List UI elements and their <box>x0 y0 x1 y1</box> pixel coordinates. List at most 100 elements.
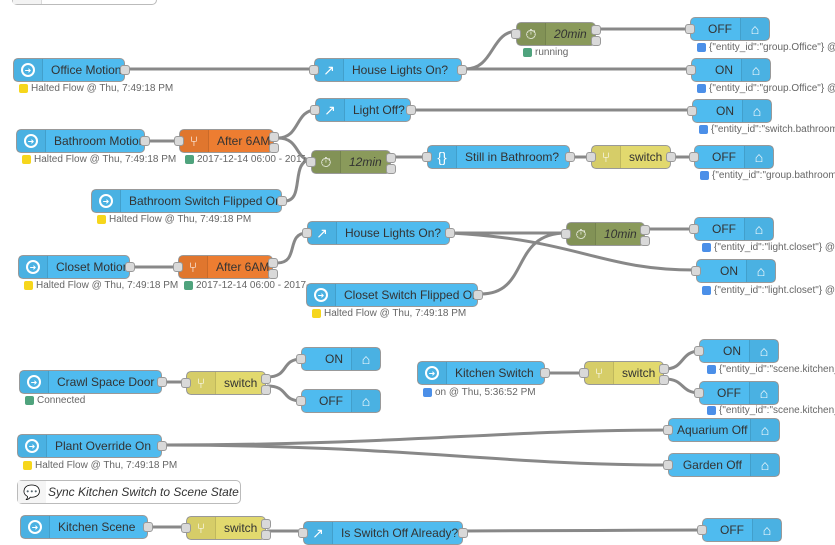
bathroom-off-node[interactable]: OFF ⌂ <box>689 145 774 169</box>
kitchen-on-node[interactable]: ON ⌂ <box>694 339 779 363</box>
input-port[interactable] <box>685 24 695 34</box>
kitchen-off-node[interactable]: OFF ⌂ <box>694 381 779 405</box>
input-port[interactable] <box>689 152 699 162</box>
aquarium-off-node[interactable]: Aquarium Off ⌂ <box>663 418 780 442</box>
input-port[interactable] <box>296 396 306 406</box>
crawl-space-door-node[interactable]: ➜ Crawl Space Door <box>19 370 167 394</box>
input-port[interactable] <box>697 525 707 535</box>
bathroom-motion-node[interactable]: ➜ Bathroom Motion <box>16 129 150 153</box>
still-in-bathroom-node[interactable]: {} Still in Bathroom? <box>422 145 575 169</box>
input-port[interactable] <box>694 388 704 398</box>
after-6am-closet-node[interactable]: ⑂ After 6AM <box>173 255 278 279</box>
input-port[interactable] <box>296 354 306 364</box>
input-port[interactable] <box>691 266 701 276</box>
office-motion-node[interactable]: ➜ Office Motion <box>13 58 130 82</box>
output-port[interactable] <box>277 196 287 206</box>
output-port[interactable] <box>565 152 575 162</box>
input-port[interactable] <box>579 368 589 378</box>
output-port[interactable] <box>666 152 676 162</box>
input-port[interactable] <box>306 157 316 167</box>
input-port[interactable] <box>694 346 704 356</box>
output-port[interactable] <box>591 25 601 35</box>
output-port[interactable] <box>125 262 135 272</box>
output-port[interactable] <box>640 236 650 246</box>
input-port[interactable] <box>686 65 696 75</box>
output-port[interactable] <box>406 105 416 115</box>
input-port[interactable] <box>310 105 320 115</box>
output-port[interactable] <box>473 290 483 300</box>
output-port[interactable] <box>659 375 669 385</box>
output-port[interactable] <box>261 519 271 529</box>
office-off-node[interactable]: OFF ⌂ <box>685 17 770 41</box>
partial-node-top[interactable] <box>12 0 157 5</box>
input-port[interactable] <box>689 224 699 234</box>
output-port[interactable] <box>261 530 271 540</box>
input-port[interactable] <box>174 136 184 146</box>
output-port[interactable] <box>143 522 153 532</box>
output-port[interactable] <box>261 374 271 384</box>
input-port[interactable] <box>173 262 183 272</box>
input-port[interactable] <box>511 29 521 39</box>
output-port[interactable] <box>591 36 601 46</box>
output-port[interactable] <box>386 164 396 174</box>
output-port[interactable] <box>457 65 467 75</box>
garden-off-node[interactable]: Garden Off ⌂ <box>663 453 780 477</box>
output-port[interactable] <box>268 258 278 268</box>
status-dot <box>707 406 716 415</box>
switch-crawl-node[interactable]: ⑂ switch <box>181 371 271 395</box>
output-port[interactable] <box>386 153 396 163</box>
office-on-node[interactable]: ON ⌂ <box>686 58 771 82</box>
plant-override-node[interactable]: ➜ Plant Override On <box>17 434 167 458</box>
input-port[interactable] <box>422 152 432 162</box>
output-port[interactable] <box>640 225 650 235</box>
input-port[interactable] <box>561 229 571 239</box>
input-port[interactable] <box>298 528 308 538</box>
output-port[interactable] <box>269 132 279 142</box>
output-port[interactable] <box>140 136 150 146</box>
house-lights-on-closet-node[interactable]: ↗ House Lights On? <box>302 221 455 245</box>
delay-status: running <box>523 47 568 58</box>
input-port[interactable] <box>663 425 673 435</box>
output-port[interactable] <box>659 364 669 374</box>
output-port[interactable] <box>269 143 279 153</box>
bathroom-on-node[interactable]: ON ⌂ <box>687 99 772 123</box>
input-port[interactable] <box>663 460 673 470</box>
output-port[interactable] <box>120 65 130 75</box>
switch-kitchen-node[interactable]: ⑂ switch <box>579 361 669 385</box>
output-port[interactable] <box>268 269 278 279</box>
closet-off-node[interactable]: OFF ⌂ <box>689 217 774 241</box>
service-icon: ⌂ <box>749 382 778 404</box>
scene-off-node[interactable]: OFF ⌂ <box>697 518 782 542</box>
crawl-on-node[interactable]: ON ⌂ <box>296 347 381 371</box>
input-port[interactable] <box>687 106 697 116</box>
office-on-status: {"entity_id":"group.Office"} @ <box>697 83 835 94</box>
delay-10min-node[interactable]: ⏱ 10min <box>561 222 650 246</box>
output-port[interactable] <box>157 441 167 451</box>
closet-switch-flipped-node[interactable]: ➜ Closet Switch Flipped On <box>306 283 483 307</box>
kitchen-switch-node[interactable]: ➜ Kitchen Switch <box>417 361 550 385</box>
kitchen-scene-node[interactable]: ➜ Kitchen Scene <box>20 515 153 539</box>
output-port[interactable] <box>261 385 271 395</box>
input-port[interactable] <box>309 65 319 75</box>
delay-12min-node[interactable]: ⏱ 12min <box>306 150 396 174</box>
switch-bathroom-node[interactable]: ⑂ switch <box>586 145 676 169</box>
output-port[interactable] <box>458 528 468 538</box>
house-lights-on-node[interactable]: ↗ House Lights On? <box>309 58 467 82</box>
delay-20min-node[interactable]: ⏱ 20min <box>511 22 601 46</box>
input-port[interactable] <box>586 152 596 162</box>
input-port[interactable] <box>302 228 312 238</box>
output-port[interactable] <box>540 368 550 378</box>
output-port[interactable] <box>445 228 455 238</box>
is-switch-off-node[interactable]: ↗ Is Switch Off Already? <box>298 521 468 545</box>
crawl-off-node[interactable]: OFF ⌂ <box>296 389 381 413</box>
input-port[interactable] <box>181 378 191 388</box>
closet-motion-node[interactable]: ➜ Closet Motion <box>18 255 135 279</box>
comment-node[interactable]: 💬 Sync Kitchen Switch to Scene State <box>17 480 241 504</box>
bathroom-switch-flipped-node[interactable]: ➜ Bathroom Switch Flipped On <box>91 189 287 213</box>
closet-on-node[interactable]: ON ⌂ <box>691 259 776 283</box>
after-6am-node[interactable]: ⑂ After 6AM <box>174 129 279 153</box>
input-port[interactable] <box>181 523 191 533</box>
light-off-node[interactable]: ↗ Light Off? <box>310 98 416 122</box>
output-port[interactable] <box>157 377 167 387</box>
switch-scene-node[interactable]: ⑂ switch <box>181 516 271 540</box>
